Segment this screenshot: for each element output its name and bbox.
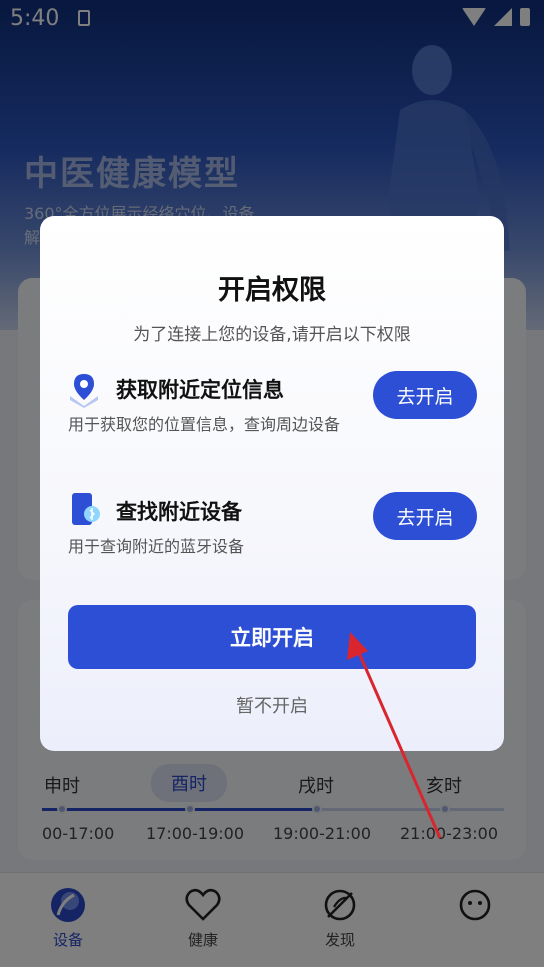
permission-dialog: 开启权限 为了连接上您的设备,请开启以下权限 获取附近定位信息 用于获取您的位置… <box>40 216 504 751</box>
enable-bluetooth-button[interactable]: 去开启 <box>373 492 477 540</box>
permission-desc-location: 用于获取您的位置信息，查询周边设备 <box>68 415 341 434</box>
dialog-title: 开启权限 <box>218 275 326 306</box>
enable-location-button[interactable]: 去开启 <box>373 371 477 419</box>
permission-title-location: 获取附近定位信息 <box>116 378 284 402</box>
permission-desc-bluetooth: 用于查询附近的蓝牙设备 <box>68 537 245 556</box>
not-now-link[interactable]: 暂不开启 <box>40 692 504 718</box>
permission-title-bluetooth: 查找附近设备 <box>116 500 242 524</box>
enable-now-button[interactable]: 立即开启 <box>68 605 476 669</box>
dialog-subtitle: 为了连接上您的设备,请开启以下权限 <box>133 325 411 345</box>
bluetooth-phone-icon <box>72 493 100 525</box>
location-pin-icon <box>70 374 98 408</box>
